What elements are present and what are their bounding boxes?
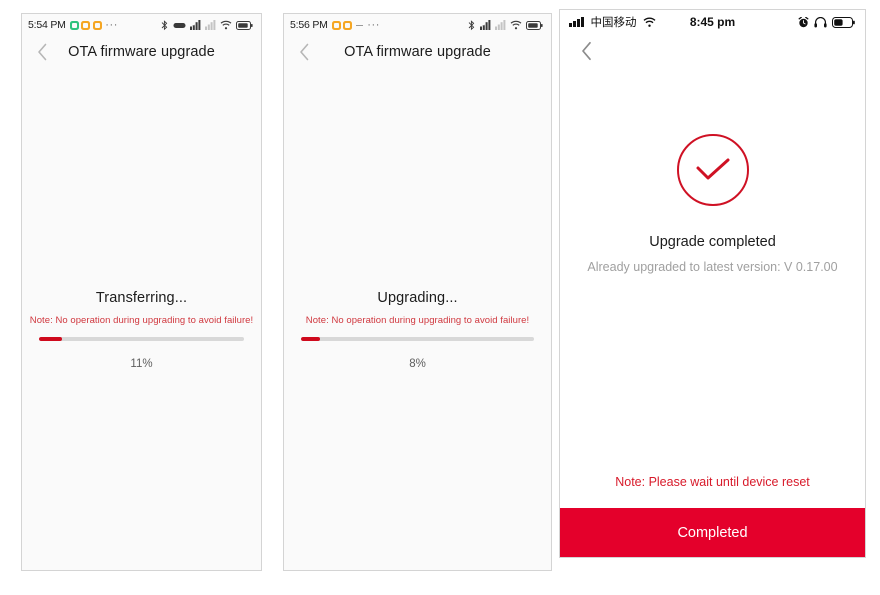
back-button[interactable] (31, 41, 53, 63)
signal-bars-icon (495, 20, 506, 30)
progress-block: Upgrading... Note: No operation during u… (284, 290, 551, 370)
reset-warning-note: Note: Please wait until device reset (615, 475, 810, 489)
progress-bar-fill (39, 337, 62, 341)
progress-warning-note: Note: No operation during upgrading to a… (305, 315, 530, 326)
nav-bar (560, 34, 865, 68)
mobile-signal-icon: 4 (480, 20, 491, 30)
status-bar-android: 5:54 PM ··· 4 (22, 14, 261, 36)
signal-bars-icon (205, 20, 216, 30)
progress-warning-note: Note: No operation during upgrading to a… (29, 315, 254, 326)
vpn-icon (173, 22, 186, 28)
result-title: Upgrade completed (649, 234, 776, 250)
overflow-ellipsis-icon: ··· (367, 19, 381, 31)
status-bar-ios: 中国移动 8:45 pm (560, 10, 865, 34)
nav-bar: OTA firmware upgrade (284, 36, 551, 68)
bluetooth-icon (161, 19, 168, 30)
battery-icon (832, 16, 855, 28)
status-bar-android: 5:56 PM ··· 4 (284, 14, 551, 36)
completed-button[interactable]: Completed (560, 508, 865, 557)
status-bar-system-icons (798, 16, 855, 28)
svg-text:4: 4 (482, 22, 485, 28)
alarm-clock-icon (798, 16, 809, 27)
result-subtitle: Already upgraded to latest version: V 0.… (587, 260, 838, 274)
check-circle-icon (676, 134, 749, 206)
battery-icon (236, 20, 253, 30)
nav-bar: OTA firmware upgrade (22, 36, 261, 68)
orange-app-icon (81, 20, 91, 30)
wifi-icon (643, 17, 655, 27)
back-button[interactable] (576, 40, 598, 62)
status-bar-time: 5:54 PM (28, 19, 66, 31)
orange-app-icon (331, 20, 341, 30)
orange-app-icon (92, 20, 102, 30)
status-bar-notification-icons: ··· (69, 19, 119, 31)
status-bar-time: 5:56 PM (290, 19, 328, 31)
phone-screen-transferring: 5:54 PM ··· 4 OTA firmware upgrade Trans… (21, 13, 262, 571)
bluetooth-icon (468, 19, 475, 30)
mobile-signal-icon: 4 (190, 20, 201, 30)
phone-screen-completed: 中国移动 8:45 pm Upgrade completed Already u… (559, 9, 866, 558)
overflow-ellipsis-icon: ··· (105, 19, 119, 31)
completed-body: Upgrade completed Already upgraded to la… (560, 34, 865, 557)
headphones-icon (814, 16, 827, 27)
progress-body: Upgrading... Note: No operation during u… (284, 68, 551, 570)
progress-bar-fill (301, 337, 320, 341)
svg-text:4: 4 (192, 22, 195, 28)
chevron-left-icon (582, 41, 591, 61)
signal-bars-icon (569, 17, 584, 27)
progress-status-label: Upgrading... (377, 290, 458, 306)
orange-app-icon (343, 20, 353, 30)
page-title: OTA firmware upgrade (344, 44, 491, 60)
back-button[interactable] (293, 41, 315, 63)
chevron-left-icon (37, 43, 46, 61)
phone-screen-upgrading: 5:56 PM ··· 4 OTA firmware upgrade Upgra… (283, 13, 552, 571)
battery-icon (526, 20, 543, 30)
wifi-icon (510, 20, 522, 30)
page-title: OTA firmware upgrade (68, 44, 215, 60)
progress-percent-label: 8% (409, 358, 426, 370)
status-bar-carrier-group: 中国移动 (569, 14, 656, 30)
progress-bar-track (39, 337, 244, 341)
status-bar-system-icons: 4 (160, 19, 253, 31)
green-app-icon (69, 20, 79, 30)
carrier-label: 中国移动 (590, 17, 637, 29)
result-block: Upgrade completed Already upgraded to la… (560, 134, 865, 274)
progress-bar-track (301, 337, 534, 341)
progress-status-label: Transferring... (95, 290, 188, 306)
progress-percent-label: 11% (130, 358, 153, 370)
checkmark-icon (696, 158, 729, 180)
chevron-left-icon (299, 43, 308, 61)
progress-body: Transferring... Note: No operation durin… (22, 68, 261, 570)
status-bar-system-icons: 4 (467, 19, 543, 31)
dash-icon (355, 24, 363, 26)
wifi-icon (220, 20, 232, 30)
progress-block: Transferring... Note: No operation durin… (22, 290, 261, 370)
status-bar-notification-icons: ··· (331, 19, 381, 31)
